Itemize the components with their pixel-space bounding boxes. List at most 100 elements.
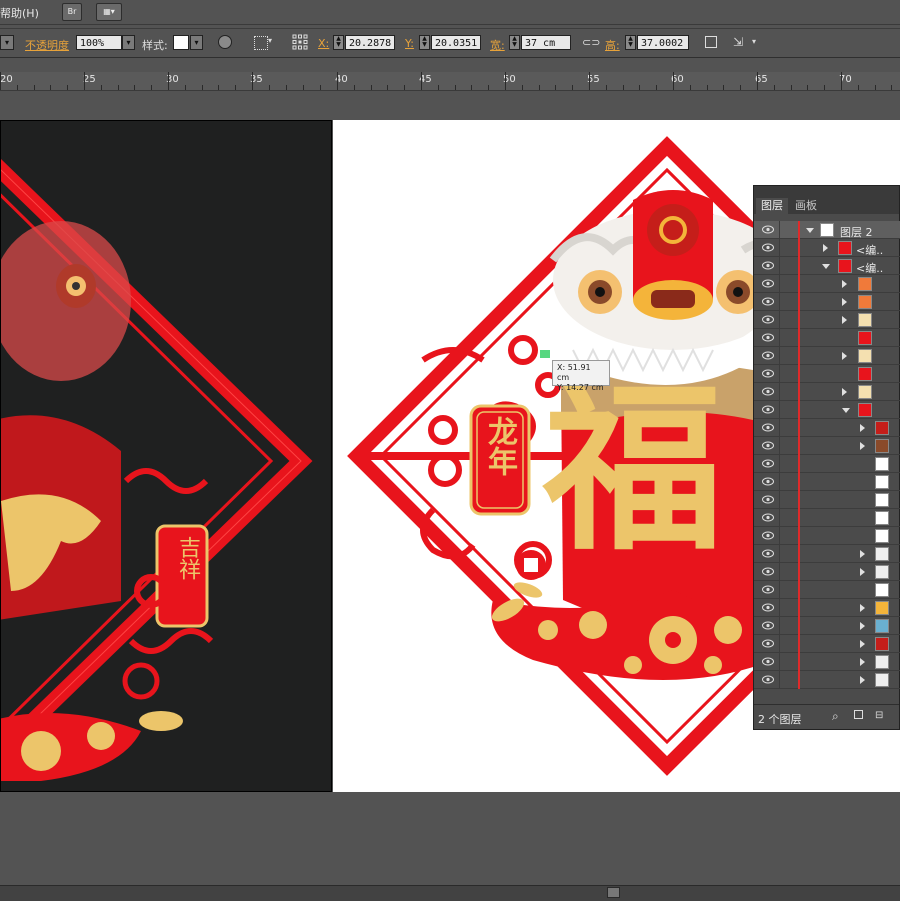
- artboard-outline-view[interactable]: 吉祥: [0, 120, 332, 792]
- lock-column[interactable]: [779, 653, 780, 671]
- style-swatch[interactable]: [173, 35, 189, 50]
- lock-column[interactable]: [779, 563, 780, 581]
- arrange-documents-icon[interactable]: ▦▾: [96, 3, 122, 21]
- horizontal-scrollbar[interactable]: [0, 885, 900, 901]
- link-proportions-icon[interactable]: ⊂⊃: [582, 36, 600, 49]
- opacity-dropdown[interactable]: ▾: [122, 35, 135, 50]
- visibility-eye-icon[interactable]: [762, 369, 774, 378]
- visibility-eye-icon[interactable]: [762, 333, 774, 342]
- layer-row-top[interactable]: 图层 2: [754, 221, 900, 239]
- visibility-eye-icon[interactable]: [762, 423, 774, 432]
- bridge-icon[interactable]: Br: [62, 3, 82, 21]
- align-icon[interactable]: [254, 36, 268, 50]
- visibility-eye-icon[interactable]: [762, 513, 774, 522]
- menu-help[interactable]: 帮助(H): [0, 5, 39, 21]
- layer-row[interactable]: [754, 401, 900, 419]
- lock-column[interactable]: [779, 257, 780, 275]
- visibility-eye-icon[interactable]: [762, 279, 774, 288]
- expand-right-icon[interactable]: [860, 424, 865, 432]
- layer-row[interactable]: <编..: [754, 239, 900, 257]
- height-field[interactable]: 37.0002: [637, 35, 689, 50]
- lock-column[interactable]: [779, 599, 780, 617]
- lock-column[interactable]: [779, 491, 780, 509]
- selected-artwork[interactable]: [1, 121, 332, 792]
- visibility-eye-icon[interactable]: [762, 567, 774, 576]
- layer-row[interactable]: [754, 527, 900, 545]
- layer-name[interactable]: 图层 2: [840, 224, 873, 240]
- visibility-eye-icon[interactable]: [762, 639, 774, 648]
- visibility-eye-icon[interactable]: [762, 531, 774, 540]
- locate-object-icon[interactable]: [854, 710, 863, 719]
- expand-right-icon[interactable]: [860, 604, 865, 612]
- layer-row[interactable]: [754, 635, 900, 653]
- expand-right-icon[interactable]: [842, 352, 847, 360]
- layer-row[interactable]: [754, 419, 900, 437]
- visibility-eye-icon[interactable]: [762, 315, 774, 324]
- isolate-icon[interactable]: ⇲: [733, 35, 743, 49]
- opacity-field[interactable]: 100%: [76, 35, 122, 50]
- style-dropdown[interactable]: ▾: [190, 35, 203, 50]
- layer-row[interactable]: <编..: [754, 257, 900, 275]
- x-label[interactable]: X:: [318, 37, 329, 50]
- expand-right-icon[interactable]: [860, 442, 865, 450]
- visibility-eye-icon[interactable]: [762, 459, 774, 468]
- lock-column[interactable]: [779, 293, 780, 311]
- layer-row[interactable]: [754, 491, 900, 509]
- expand-right-icon[interactable]: [860, 568, 865, 576]
- layer-row[interactable]: [754, 473, 900, 491]
- reference-point-icon[interactable]: [292, 34, 308, 50]
- layer-row[interactable]: [754, 383, 900, 401]
- lock-column[interactable]: [779, 347, 780, 365]
- visibility-eye-icon[interactable]: [762, 243, 774, 252]
- height-label[interactable]: 高:: [605, 37, 620, 53]
- layer-row[interactable]: [754, 653, 900, 671]
- layer-row[interactable]: [754, 617, 900, 635]
- lock-column[interactable]: [779, 455, 780, 473]
- expand-right-icon[interactable]: [860, 676, 865, 684]
- expand-right-icon[interactable]: [842, 388, 847, 396]
- width-field[interactable]: 37 cm: [521, 35, 571, 50]
- width-label[interactable]: 宽:: [490, 37, 505, 53]
- layer-row[interactable]: [754, 545, 900, 563]
- layer-row[interactable]: [754, 437, 900, 455]
- search-icon[interactable]: ⌕: [832, 709, 839, 724]
- layer-row[interactable]: [754, 671, 900, 689]
- lock-column[interactable]: [779, 473, 780, 491]
- opacity-label[interactable]: 不透明度: [25, 37, 69, 53]
- layer-row[interactable]: [754, 509, 900, 527]
- lock-column[interactable]: [779, 221, 780, 239]
- lock-column[interactable]: [779, 509, 780, 527]
- lock-column[interactable]: [779, 329, 780, 347]
- visibility-eye-icon[interactable]: [762, 495, 774, 504]
- layer-row[interactable]: [754, 293, 900, 311]
- lock-column[interactable]: [779, 671, 780, 689]
- x-spinner[interactable]: ▲ ▼: [333, 35, 344, 50]
- layer-row[interactable]: [754, 365, 900, 383]
- transform-icon[interactable]: [705, 36, 717, 48]
- visibility-eye-icon[interactable]: [762, 387, 774, 396]
- layer-row[interactable]: [754, 275, 900, 293]
- layer-row[interactable]: [754, 455, 900, 473]
- lock-column[interactable]: [779, 311, 780, 329]
- visibility-eye-icon[interactable]: [762, 675, 774, 684]
- tab-artboards[interactable]: 画板: [790, 198, 822, 214]
- expand-right-icon[interactable]: [823, 244, 828, 252]
- lock-column[interactable]: [779, 527, 780, 545]
- x-field[interactable]: 20.2878: [345, 35, 395, 50]
- expand-right-icon[interactable]: [842, 298, 847, 306]
- stroke-dropdown[interactable]: ▾: [0, 35, 14, 50]
- lock-column[interactable]: [779, 239, 780, 257]
- lock-column[interactable]: [779, 401, 780, 419]
- group-name[interactable]: <编..: [856, 242, 883, 258]
- visibility-eye-icon[interactable]: [762, 351, 774, 360]
- lock-column[interactable]: [779, 581, 780, 599]
- visibility-eye-icon[interactable]: [762, 441, 774, 450]
- visibility-eye-icon[interactable]: [762, 297, 774, 306]
- expand-right-icon[interactable]: [842, 280, 847, 288]
- panel-menu-icon[interactable]: ▾: [752, 37, 756, 46]
- visibility-eye-icon[interactable]: [762, 225, 774, 234]
- visibility-eye-icon[interactable]: [762, 621, 774, 630]
- lock-column[interactable]: [779, 617, 780, 635]
- lock-column[interactable]: [779, 635, 780, 653]
- lock-column[interactable]: [779, 383, 780, 401]
